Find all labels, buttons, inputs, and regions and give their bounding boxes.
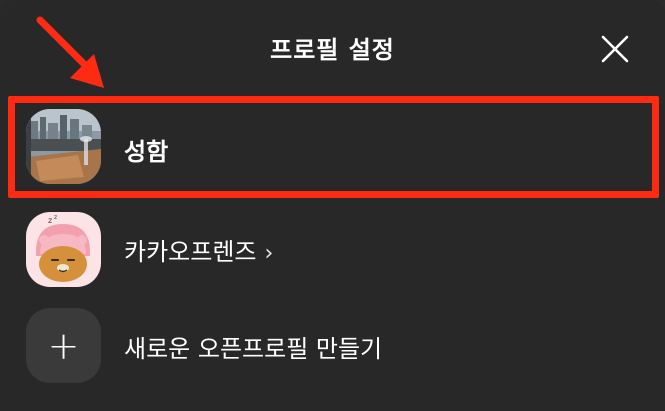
create-open-profile-label: 새로운 오픈프로필 만들기 (124, 335, 383, 363)
profile-row-kakaofriends[interactable]: z z 카카오프렌즈 › (0, 203, 665, 307)
plus-icon: + (47, 323, 80, 368)
highlight-box (8, 96, 659, 198)
chevron-right-icon: › (264, 241, 274, 266)
plus-avatar: + (26, 308, 101, 383)
close-icon (601, 35, 629, 63)
svg-text:z: z (48, 216, 52, 225)
svg-text:z: z (54, 214, 57, 221)
ryan-character-icon: z z (26, 212, 101, 287)
profile-row-label: 카카오프렌즈 › (124, 232, 273, 267)
red-arrow-icon (36, 16, 104, 88)
kakaofriends-label: 카카오프렌즈 (124, 238, 257, 266)
ryan-avatar: z z (26, 212, 101, 287)
close-button[interactable] (598, 32, 632, 66)
profile-settings-panel: 프로필 설정 성함 z z 카카오프렌즈 › + 새로운 오픈프로필 만들기 (0, 0, 665, 411)
create-open-profile-row[interactable]: + 새로운 오픈프로필 만들기 (0, 300, 665, 404)
